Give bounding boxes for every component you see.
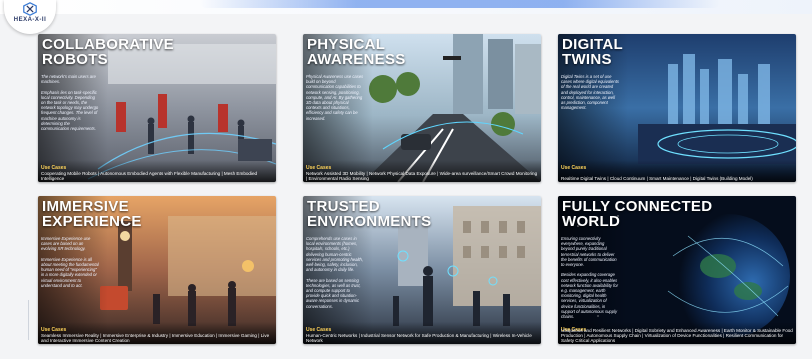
card-title: IMMERSIVE EXPERIENCE xyxy=(42,198,142,230)
card-description: Physical Awareness use cases build on be… xyxy=(306,74,364,121)
use-cases-list: Realtime Digital Twins | Cloud Continuum… xyxy=(561,176,753,181)
card-trusted-environments[interactable]: TRUSTED ENVIRONMENTS Comprehends use cas… xyxy=(303,196,541,344)
card-fully-connected-world[interactable]: FULLY CONNECTED WORLD Ensuring connectiv… xyxy=(558,196,796,344)
logo[interactable]: HEXA-X-II xyxy=(4,0,56,34)
top-banner xyxy=(0,0,812,14)
use-cases-list: Network Assisted 3D Mobility | Network P… xyxy=(306,171,538,181)
use-cases-label: Use Cases xyxy=(561,165,587,171)
card-title: FULLY CONNECTED WORLD xyxy=(562,198,713,230)
use-cases-list: Ubiquitous and Resilient Networks | Digi… xyxy=(561,328,793,343)
card-description: The network's main users are machines. E… xyxy=(41,74,99,132)
card-digital-twins[interactable]: DIGITAL TWINS Digital Twins is a set of … xyxy=(558,34,796,182)
card-title: TRUSTED ENVIRONMENTS xyxy=(307,198,432,230)
use-cases-list: Seamless Immersive Reality | Immersive E… xyxy=(41,333,270,343)
card-collaborative-robots[interactable]: COLLABORATIVE ROBOTS The network's main … xyxy=(38,34,276,182)
use-cases-list: Human-Centric Networks | Industrial Sens… xyxy=(306,333,532,343)
card-physical-awareness[interactable]: PHYSICAL AWARENESS Physical Awareness us… xyxy=(303,34,541,182)
card-description: Ensuring connectivity everywhere, expand… xyxy=(561,236,619,320)
use-case-grid: COLLABORATIVE ROBOTS The network's main … xyxy=(38,34,796,352)
card-title: DIGITAL TWINS xyxy=(562,36,623,68)
card-description: Comprehends use cases in local environme… xyxy=(306,236,364,309)
use-cases-list: Cooperating Mobile Robots | Autonomous E… xyxy=(41,171,258,181)
card-description: Digital Twins is a set of use cases wher… xyxy=(561,74,619,111)
card-title: PHYSICAL AWARENESS xyxy=(307,36,406,68)
divider xyxy=(28,300,29,340)
hexa-x-logo-icon xyxy=(23,2,37,16)
banner-strip xyxy=(200,0,720,8)
card-title: COLLABORATIVE ROBOTS xyxy=(42,36,174,68)
logo-text: HEXA-X-II xyxy=(13,17,47,23)
card-immersive-experience[interactable]: IMMERSIVE EXPERIENCE Immersive Experienc… xyxy=(38,196,276,344)
card-description: Immersive Experience use cases are based… xyxy=(41,236,99,288)
